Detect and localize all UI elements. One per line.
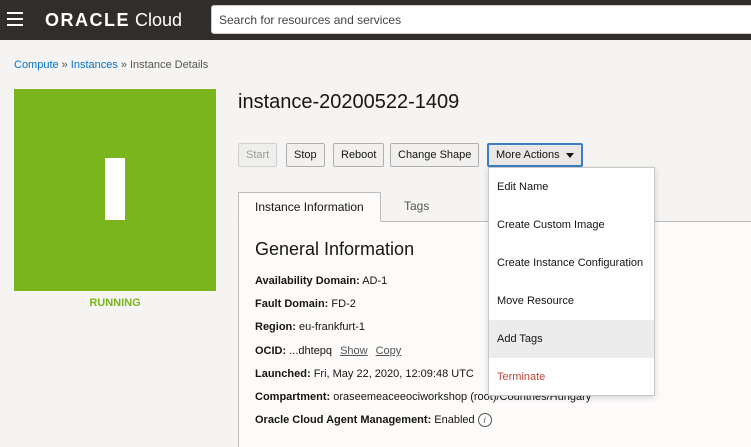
menu-item-create-instance-configuration[interactable]: Create Instance Configuration: [489, 244, 654, 282]
ocid-value: ...dhtepq: [289, 345, 333, 357]
more-actions-button[interactable]: More Actions: [487, 143, 583, 167]
menu-item-add-tags[interactable]: Add Tags: [489, 320, 654, 358]
start-button[interactable]: Start: [238, 143, 278, 167]
logo-oracle-text: ORACLE: [45, 9, 130, 30]
menu-item-move-resource[interactable]: Move Resource: [489, 282, 654, 320]
menu-item-create-custom-image[interactable]: Create Custom Image: [489, 206, 654, 244]
fault-domain-value: FD-2: [331, 298, 356, 310]
search-box[interactable]: [211, 5, 751, 34]
availability-domain-row: Availability Domain: AD-1: [255, 275, 387, 287]
stop-button[interactable]: Stop: [286, 143, 325, 167]
chevron-down-icon: [565, 152, 574, 158]
region-value: eu-frankfurt-1: [299, 321, 366, 333]
breadcrumb-current: Instance Details: [129, 59, 209, 71]
agent-management-label: Oracle Cloud Agent Management:: [255, 413, 432, 426]
ocid-label: OCID:: [255, 345, 287, 357]
breadcrumb: Compute» Instances» Instance Details: [14, 59, 208, 71]
agent-management-row: Oracle Cloud Agent Management: Enabled i: [255, 413, 492, 427]
more-actions-menu: Edit Name Create Custom Image Create Ins…: [488, 167, 655, 396]
section-title: General Information: [255, 239, 415, 259]
menu-item-terminate[interactable]: Terminate: [489, 358, 654, 396]
tab-tags[interactable]: Tags: [388, 192, 445, 222]
compartment-label: Compartment:: [255, 391, 331, 403]
ocid-show-link[interactable]: Show: [340, 345, 368, 357]
ocid-row: OCID: ...dhtepq Show Copy: [255, 345, 401, 357]
hamburger-menu-icon[interactable]: [7, 12, 23, 26]
oracle-cloud-logo[interactable]: ORACLE Cloud: [45, 8, 182, 32]
fault-domain-row: Fault Domain: FD-2: [255, 298, 356, 310]
ocid-copy-link[interactable]: Copy: [376, 345, 402, 357]
breadcrumb-separator: »: [61, 59, 68, 71]
launched-label: Launched:: [255, 368, 311, 380]
search-input[interactable]: [212, 6, 751, 33]
instance-letter-icon: [105, 158, 125, 220]
instance-state-label: RUNNING: [89, 297, 141, 309]
top-navigation-bar: ORACLE Cloud: [0, 0, 751, 40]
breadcrumb-instances-link[interactable]: Instances: [71, 59, 118, 71]
launched-value: Fri, May 22, 2020, 12:09:48 UTC: [313, 368, 474, 380]
fault-domain-label: Fault Domain:: [255, 298, 329, 310]
agent-management-value: Enabled: [434, 413, 475, 426]
logo-cloud-text: Cloud: [135, 9, 183, 30]
breadcrumb-separator: »: [120, 59, 127, 71]
reboot-button[interactable]: Reboot: [333, 143, 385, 167]
breadcrumb-compute-link[interactable]: Compute: [14, 59, 59, 71]
region-row: Region: eu-frankfurt-1: [255, 321, 365, 333]
menu-item-edit-name[interactable]: Edit Name: [489, 168, 654, 206]
instance-state-tile: [14, 89, 216, 291]
availability-domain-value: AD-1: [362, 275, 388, 287]
availability-domain-label: Availability Domain:: [255, 275, 360, 287]
page-title: instance-20200522-1409: [238, 91, 460, 113]
region-label: Region:: [255, 321, 296, 333]
launched-row: Launched: Fri, May 22, 2020, 12:09:48 UT…: [255, 368, 474, 380]
more-actions-label: More Actions: [496, 149, 560, 161]
change-shape-button[interactable]: Change Shape: [390, 143, 480, 167]
tab-instance-information[interactable]: Instance Information: [238, 192, 381, 222]
info-icon[interactable]: i: [477, 413, 492, 427]
